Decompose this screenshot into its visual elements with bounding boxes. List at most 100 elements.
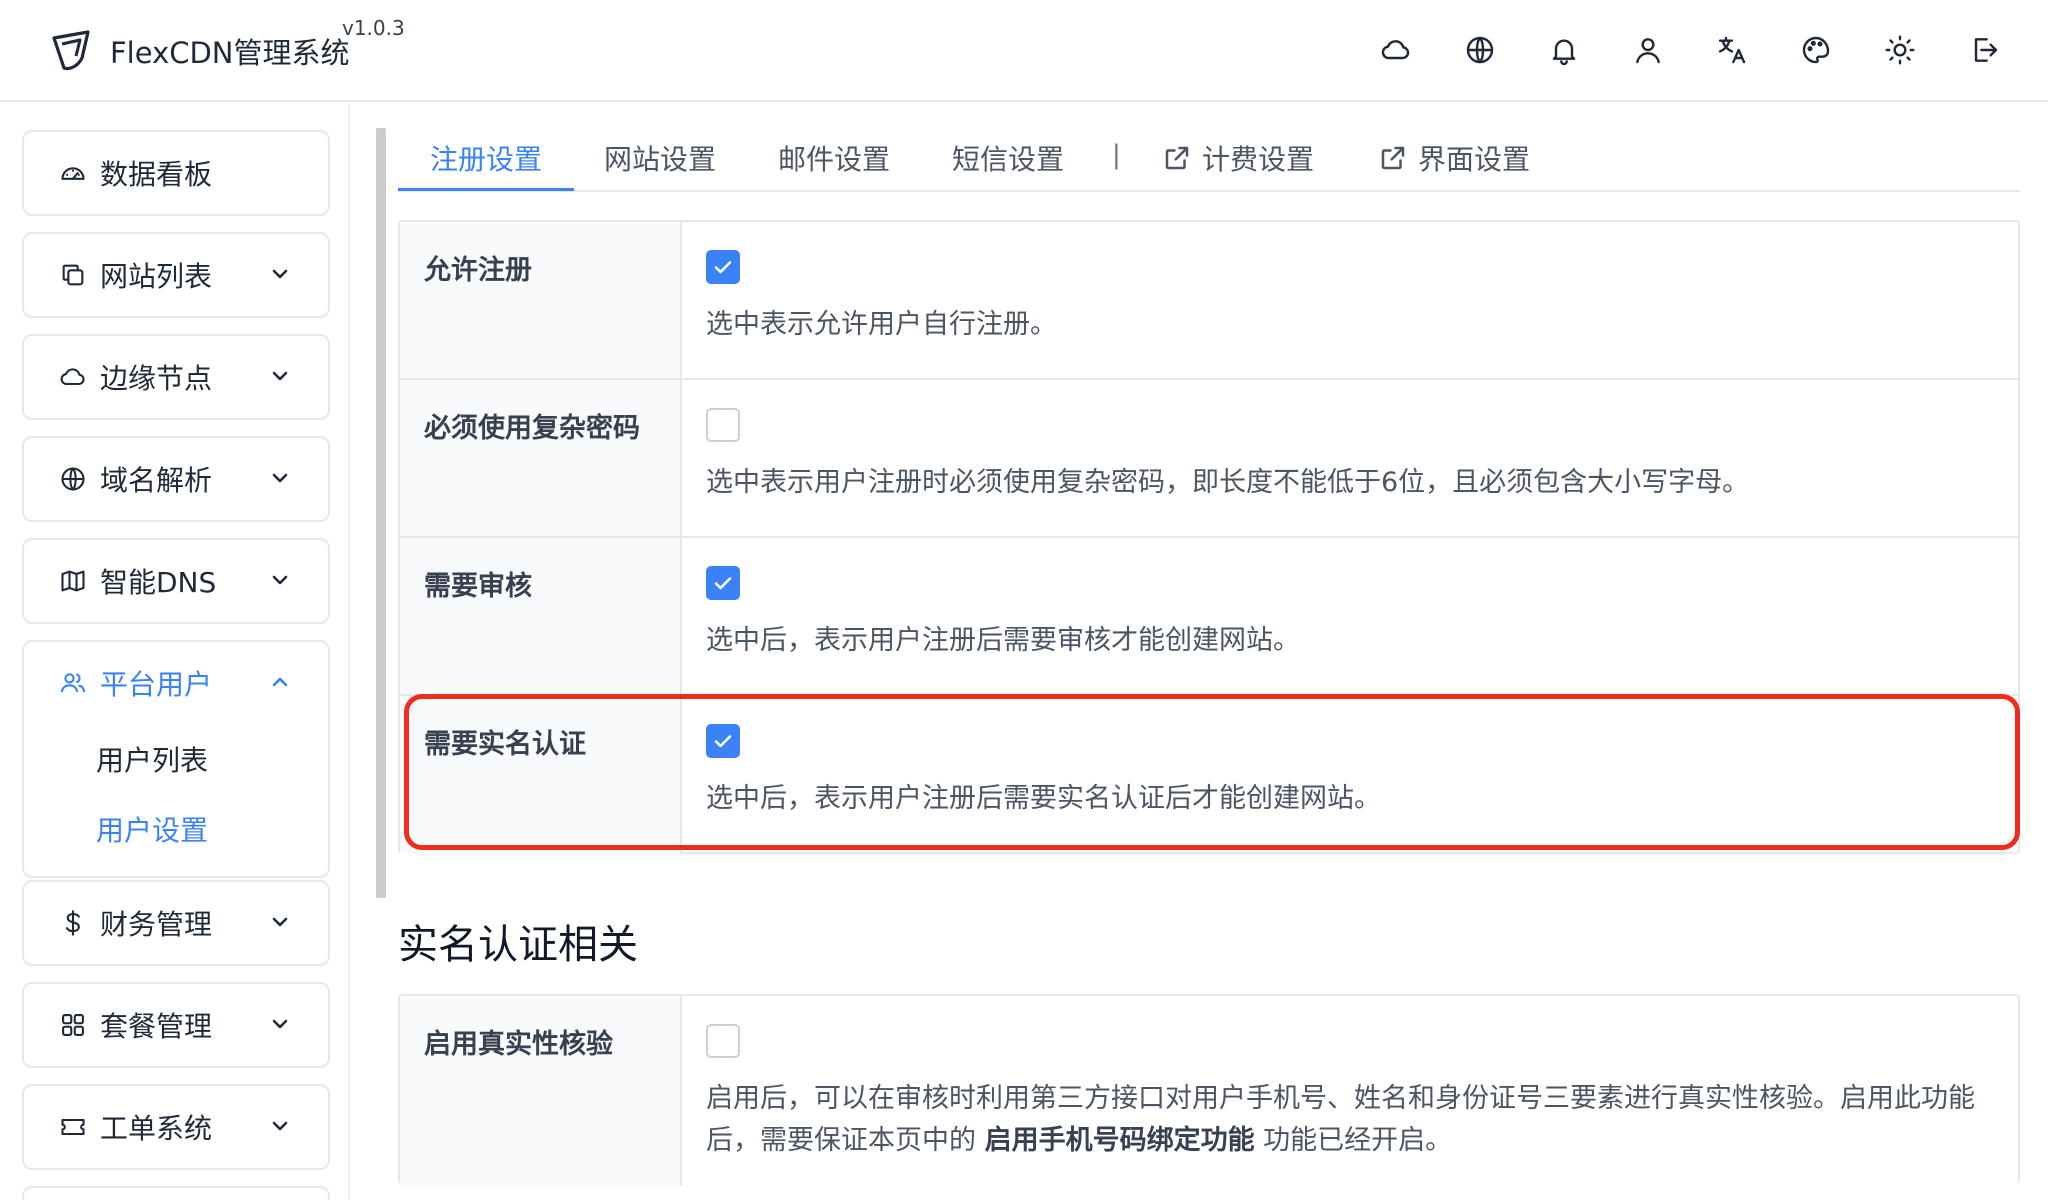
sidebar-item-row[interactable]: 网站列表 [24, 234, 328, 316]
user-icon[interactable] [1626, 28, 1670, 72]
check-icon [714, 261, 732, 274]
tab-interface[interactable]: 界面设置 [1378, 138, 1530, 178]
globe-icon[interactable] [1458, 28, 1502, 72]
settings-tabs: 注册设置 网站设置 邮件设置 短信设置 | 计费设置 界面设置 [398, 128, 2020, 192]
sidebar-item-tickets[interactable]: 工单系统 [22, 1084, 330, 1170]
ticket-icon [58, 1112, 88, 1142]
cloud-icon [58, 362, 88, 392]
chevron-down-icon [268, 262, 292, 286]
setting-description: 启用后，可以在审核时利用第三方接口对用户手机号、姓名和身份证号三要素进行真实性核… [706, 1078, 1996, 1162]
complex-password-checkbox[interactable] [706, 408, 740, 442]
tab-email[interactable]: 邮件设置 [778, 138, 890, 178]
setting-row-allow-register: 允许注册 选中表示允许用户自行注册。 [400, 222, 2018, 380]
sidebar-item-label: 财务管理 [100, 908, 213, 941]
allow-register-checkbox[interactable] [706, 250, 740, 284]
sidebar-item-label: 边缘节点 [100, 362, 213, 395]
logo-icon [52, 30, 90, 71]
setting-label: 必须使用复杂密码 [400, 380, 682, 536]
active-tab-underline [398, 188, 574, 191]
sidebar-subitem-user-settings[interactable]: 用户设置 [24, 794, 328, 864]
sidebar-item-label: 套餐管理 [100, 1010, 213, 1043]
sidebar-item-finance[interactable]: 财务管理 [22, 880, 330, 966]
sidebar-item-more[interactable] [22, 1186, 330, 1200]
top-bar: FlexCDN管理系统 v1.0.3 [0, 0, 2048, 102]
tab-label: 界面设置 [1418, 143, 1531, 176]
dollar-icon [58, 908, 88, 938]
sidebar-item-edge-nodes[interactable]: 边缘节点 [22, 334, 330, 420]
authenticity-check-checkbox[interactable] [706, 1024, 740, 1058]
check-icon [714, 577, 732, 590]
chevron-down-icon [268, 568, 292, 592]
cloud-icon[interactable] [1374, 28, 1418, 72]
chevron-down-icon [268, 910, 292, 934]
sidebar-item-row[interactable]: 智能DNS [24, 540, 328, 622]
sidebar-item-label: 智能DNS [100, 566, 217, 599]
app-title: FlexCDN管理系统 [110, 36, 350, 70]
setting-description: 选中表示用户注册时必须使用复杂密码，即长度不能低于6位，且必须包含大小写字母。 [706, 467, 1750, 498]
logout-icon[interactable] [1962, 28, 2006, 72]
external-link-icon [1165, 146, 1189, 170]
setting-label: 允许注册 [400, 222, 682, 378]
registration-settings-table: 允许注册 选中表示允许用户自行注册。 必须使用复杂密码 选中表示用户注册时必须使… [398, 220, 2020, 854]
tab-sms[interactable]: 短信设置 [952, 138, 1064, 178]
setting-label: 启用真实性核验 [400, 996, 682, 1186]
sidebar-subitem-user-list[interactable]: 用户列表 [24, 724, 328, 794]
chevron-down-icon [268, 466, 292, 490]
real-name-settings-table: 启用真实性核验 启用后，可以在审核时利用第三方接口对用户手机号、姓名和身份证号三… [398, 994, 2020, 1186]
globe-icon [58, 464, 88, 494]
external-link-icon [1381, 146, 1405, 170]
tab-separator: | [1112, 140, 1121, 170]
copy-icon [58, 260, 88, 290]
tab-billing[interactable]: 计费设置 [1162, 138, 1314, 178]
check-icon [714, 735, 732, 748]
setting-row-authenticity-check: 启用真实性核验 启用后，可以在审核时利用第三方接口对用户手机号、姓名和身份证号三… [400, 996, 2018, 1186]
setting-label: 需要审核 [400, 538, 682, 694]
setting-label: 需要实名认证 [400, 696, 682, 854]
palette-icon[interactable] [1794, 28, 1838, 72]
sidebar-item-dashboard[interactable]: 数据看板 [22, 130, 330, 216]
scroll-indicator[interactable] [376, 128, 386, 898]
sidebar: 数据看板 网站列表 边缘节点 域名解析 智能DNS 平台用户 用户列表 用户设置… [0, 104, 350, 1200]
tab-site[interactable]: 网站设置 [604, 138, 716, 178]
sidebar-item-label: 网站列表 [100, 260, 213, 293]
version-label: v1.0.3 [342, 16, 405, 40]
sidebar-item-row[interactable]: 平台用户 [24, 642, 328, 724]
chevron-down-icon [268, 1114, 292, 1138]
setting-description: 选中后，表示用户注册后需要实名认证后才能创建网站。 [706, 783, 1381, 814]
sidebar-item-row[interactable]: 工单系统 [24, 1086, 328, 1168]
dashboard-icon [58, 158, 88, 188]
setting-description: 选中表示允许用户自行注册。 [706, 309, 1057, 340]
tab-registration[interactable]: 注册设置 [430, 138, 542, 178]
description-text: 功能已经开启。 [1254, 1125, 1453, 1156]
setting-row-real-name-auth: 需要实名认证 选中后，表示用户注册后需要实名认证后才能创建网站。 [400, 696, 2018, 854]
sidebar-item-dns-resolve[interactable]: 域名解析 [22, 436, 330, 522]
tab-label: 计费设置 [1202, 143, 1315, 176]
users-icon [58, 668, 88, 698]
grid-icon [58, 1010, 88, 1040]
description-bold-text: 启用手机号码绑定功能 [984, 1125, 1255, 1156]
sidebar-item-packages[interactable]: 套餐管理 [22, 982, 330, 1068]
sidebar-item-row[interactable]: 数据看板 [24, 132, 328, 214]
setting-row-complex-password: 必须使用复杂密码 选中表示用户注册时必须使用复杂密码，即长度不能低于6位，且必须… [400, 380, 2018, 538]
sun-icon[interactable] [1878, 28, 1922, 72]
sidebar-item-label: 域名解析 [100, 464, 213, 497]
sidebar-item-row[interactable]: 套餐管理 [24, 984, 328, 1066]
sidebar-item-row[interactable]: 边缘节点 [24, 336, 328, 418]
require-review-checkbox[interactable] [706, 566, 740, 600]
map-icon [58, 566, 88, 596]
sidebar-item-row[interactable]: 域名解析 [24, 438, 328, 520]
sidebar-item-platform-users[interactable]: 平台用户 用户列表 用户设置 [22, 640, 330, 878]
sidebar-item-label: 平台用户 [100, 668, 213, 701]
sidebar-item-row[interactable]: 财务管理 [24, 882, 328, 964]
chevron-down-icon [268, 364, 292, 388]
setting-row-require-review: 需要审核 选中后，表示用户注册后需要审核才能创建网站。 [400, 538, 2018, 696]
section-title-real-name: 实名认证相关 [398, 922, 638, 968]
translate-icon[interactable] [1710, 28, 1754, 72]
top-toolbar [1374, 28, 2006, 72]
sidebar-item-smart-dns[interactable]: 智能DNS [22, 538, 330, 624]
bell-icon[interactable] [1542, 28, 1586, 72]
real-name-auth-checkbox[interactable] [706, 724, 740, 758]
chevron-down-icon [268, 1012, 292, 1036]
chevron-up-icon [268, 670, 292, 694]
sidebar-item-sites[interactable]: 网站列表 [22, 232, 330, 318]
